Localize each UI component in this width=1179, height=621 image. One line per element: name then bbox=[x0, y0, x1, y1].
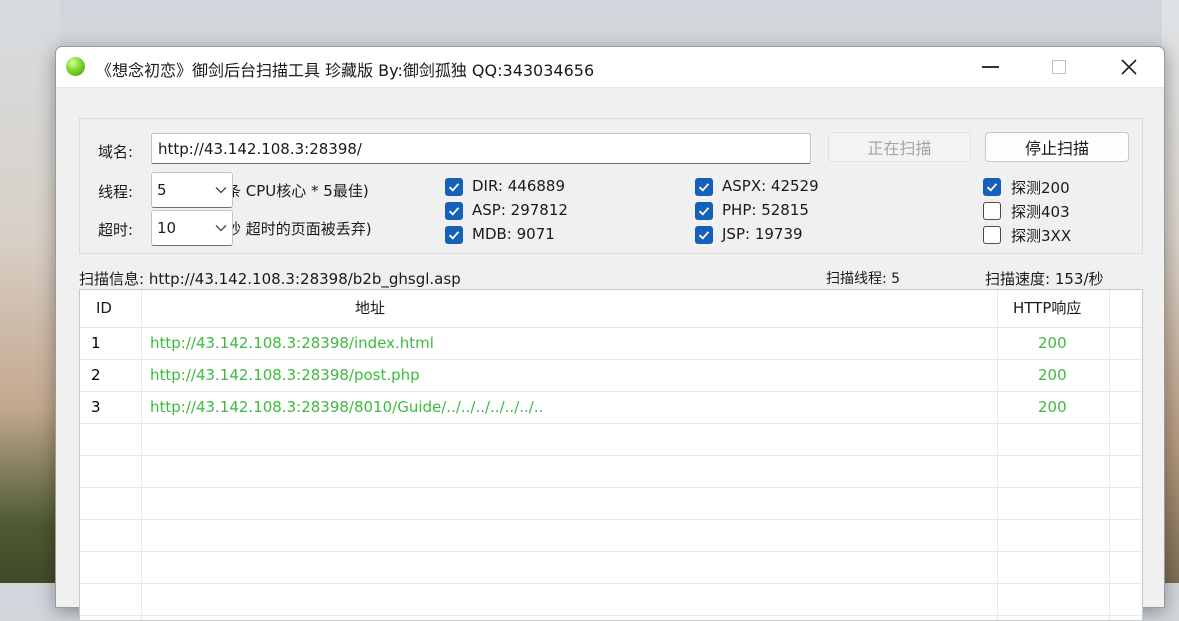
mdb-label: MDB: 9071 bbox=[472, 225, 555, 243]
asp-checkbox[interactable] bbox=[445, 202, 463, 220]
table-row[interactable]: 3 http://43.142.108.3:28398/8010/Guide/.… bbox=[80, 392, 1142, 424]
check-icon bbox=[986, 183, 998, 192]
aspx-checkbox[interactable] bbox=[695, 178, 713, 196]
close-button[interactable] bbox=[1106, 47, 1152, 87]
maximize-icon bbox=[1052, 60, 1066, 74]
stop-scan-button[interactable]: 停止扫描 bbox=[985, 132, 1129, 162]
timeout-hint: 秒 超时的页面被丢弃) bbox=[226, 220, 372, 238]
timeout-select[interactable]: 10 bbox=[151, 210, 233, 246]
empty-row bbox=[80, 584, 1142, 616]
dir-label: DIR: 446889 bbox=[472, 177, 566, 195]
app-window: 《想念初恋》御剑后台扫描工具 珍藏版 By:御剑孤独 QQ:343034656 … bbox=[55, 46, 1165, 621]
domain-input[interactable]: http://43.142.108.3:28398/ bbox=[151, 133, 811, 164]
check-icon bbox=[698, 183, 710, 192]
check-icon bbox=[448, 231, 460, 240]
table-header: ID 地址 HTTP响应 bbox=[80, 290, 1142, 328]
dir-checkbox[interactable] bbox=[445, 178, 463, 196]
row-id: 1 bbox=[91, 334, 101, 352]
jsp-label: JSP: 19739 bbox=[722, 225, 803, 243]
row-http-code: 200 bbox=[1038, 334, 1067, 352]
empty-row bbox=[80, 520, 1142, 552]
empty-row bbox=[80, 424, 1142, 456]
probe-200-label: 探测200 bbox=[1011, 179, 1070, 197]
empty-row bbox=[80, 552, 1142, 584]
mdb-checkbox[interactable] bbox=[445, 226, 463, 244]
scan-threads: 扫描线程: 5 bbox=[826, 271, 901, 287]
probe-403-label: 探测403 bbox=[1011, 203, 1070, 221]
domain-label: 域名: bbox=[98, 143, 134, 161]
timeout-value: 10 bbox=[157, 219, 177, 237]
minimize-button[interactable] bbox=[967, 47, 1013, 87]
aspx-label: ASPX: 42529 bbox=[722, 177, 819, 195]
row-url: http://43.142.108.3:28398/8010/Guide/../… bbox=[150, 398, 544, 416]
probe-403-checkbox[interactable] bbox=[983, 202, 1001, 220]
check-icon bbox=[448, 207, 460, 216]
threads-label: 线程: bbox=[98, 183, 134, 201]
chevron-down-icon bbox=[215, 187, 227, 194]
check-icon bbox=[698, 207, 710, 216]
jsp-checkbox[interactable] bbox=[695, 226, 713, 244]
results-table[interactable]: ID 地址 HTTP响应 1 http://43.142.108.3:28398… bbox=[79, 289, 1143, 621]
maximize-button[interactable] bbox=[1036, 47, 1082, 87]
close-icon bbox=[1121, 59, 1137, 75]
table-row[interactable]: 1 http://43.142.108.3:28398/index.html 2… bbox=[80, 328, 1142, 360]
title-bar[interactable]: 《想念初恋》御剑后台扫描工具 珍藏版 By:御剑孤独 QQ:343034656 bbox=[56, 47, 1164, 88]
row-http-code: 200 bbox=[1038, 398, 1067, 416]
php-label: PHP: 52815 bbox=[722, 201, 809, 219]
window-title: 《想念初恋》御剑后台扫描工具 珍藏版 By:御剑孤独 QQ:343034656 bbox=[96, 61, 595, 80]
probe-3xx-checkbox[interactable] bbox=[983, 226, 1001, 244]
check-icon bbox=[448, 183, 460, 192]
scan-info: 扫描信息: http://43.142.108.3:28398/b2b_ghsg… bbox=[79, 270, 461, 288]
column-header-id[interactable]: ID bbox=[96, 290, 112, 327]
row-url: http://43.142.108.3:28398/index.html bbox=[150, 334, 434, 352]
table-row[interactable]: 2 http://43.142.108.3:28398/post.php 200 bbox=[80, 360, 1142, 392]
check-icon bbox=[698, 231, 710, 240]
scanning-button[interactable]: 正在扫描 bbox=[828, 132, 971, 162]
column-header-http[interactable]: HTTP响应 bbox=[1013, 290, 1081, 327]
empty-row bbox=[80, 456, 1142, 488]
asp-label: ASP: 297812 bbox=[472, 201, 568, 219]
threads-value: 5 bbox=[157, 181, 167, 199]
row-url: http://43.142.108.3:28398/post.php bbox=[150, 366, 420, 384]
column-header-address[interactable]: 地址 bbox=[355, 290, 385, 327]
row-id: 2 bbox=[91, 366, 101, 384]
desktop-wallpaper-left bbox=[0, 0, 60, 583]
php-checkbox[interactable] bbox=[695, 202, 713, 220]
threads-select[interactable]: 5 bbox=[151, 172, 233, 208]
minimize-icon bbox=[981, 66, 999, 68]
chevron-down-icon bbox=[215, 225, 227, 232]
app-icon bbox=[66, 57, 85, 76]
empty-row bbox=[80, 488, 1142, 520]
probe-200-checkbox[interactable] bbox=[983, 178, 1001, 196]
row-id: 3 bbox=[91, 398, 101, 416]
probe-3xx-label: 探测3XX bbox=[1011, 227, 1072, 245]
row-http-code: 200 bbox=[1038, 366, 1067, 384]
timeout-label: 超时: bbox=[98, 221, 134, 239]
scan-speed: 扫描速度: 153/秒 bbox=[985, 270, 1104, 288]
threads-hint: 条 CPU核心 * 5最佳) bbox=[226, 182, 369, 200]
